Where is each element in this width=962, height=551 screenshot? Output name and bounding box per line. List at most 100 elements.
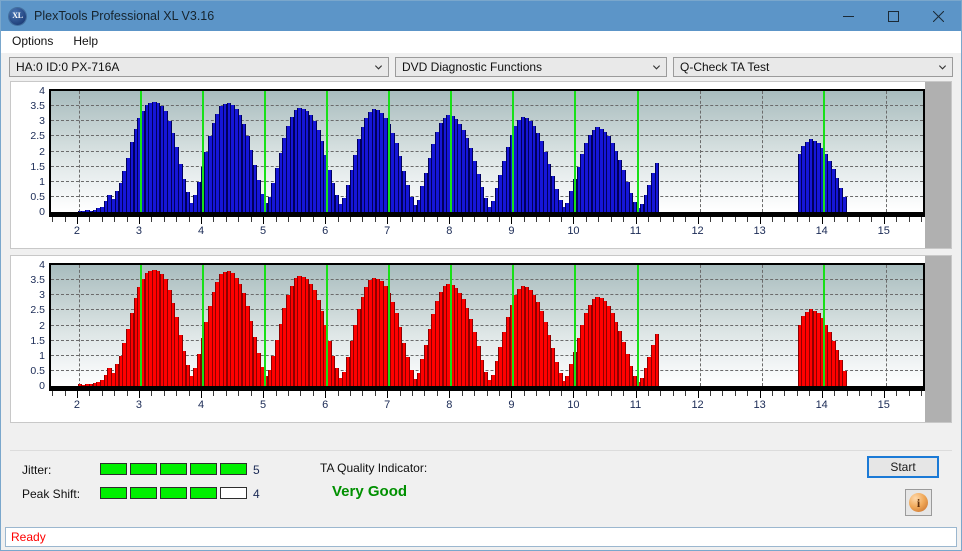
x-axis-tick	[77, 391, 78, 398]
x-axis-tick	[176, 391, 177, 396]
x-axis-tick	[760, 217, 761, 224]
x-axis-tick	[772, 217, 773, 222]
minimize-button[interactable]	[826, 1, 871, 31]
gridline-horizontal	[51, 105, 923, 106]
indicator-area: Jitter: 5 Peak Shift: 4 TA Quality Indic…	[10, 450, 952, 525]
gridline-vertical	[700, 91, 701, 212]
gridline-horizontal	[51, 151, 923, 152]
drive-select[interactable]: HA:0 ID:0 PX-716A	[9, 57, 389, 77]
gridline-horizontal	[51, 294, 923, 295]
gridline-horizontal	[51, 279, 923, 280]
peakshift-chart-panel: 00.511.522.533.54 23456789101112131415	[10, 255, 952, 423]
x-axis-tick	[251, 391, 252, 396]
test-select[interactable]: Q-Check TA Test	[673, 57, 953, 77]
x-axis-tick	[65, 391, 66, 396]
x-axis-tick	[673, 217, 674, 222]
menu-item-help[interactable]: Help	[64, 32, 107, 51]
y-axis-tick-label: 2	[39, 146, 45, 158]
x-axis-tick	[871, 217, 872, 222]
x-axis-tick	[102, 217, 103, 222]
peak-marker	[202, 91, 204, 212]
x-axis-tick	[387, 391, 388, 398]
y-axis-tick-label: 3	[39, 289, 45, 301]
x-axis-tick	[375, 391, 376, 396]
y-axis-tick-label: 0	[39, 206, 45, 218]
app-icon-label: XL	[12, 12, 23, 20]
status-bar: Ready	[5, 527, 957, 547]
x-axis-tick	[710, 391, 711, 396]
x-axis-tick	[834, 217, 835, 222]
x-axis-tick	[909, 217, 910, 222]
gridline-horizontal	[51, 264, 923, 265]
x-axis-tick	[685, 217, 686, 222]
x-axis-tick	[636, 217, 637, 224]
gridline-horizontal	[51, 120, 923, 121]
x-axis-tick	[300, 217, 301, 222]
x-axis-tick-label: 3	[136, 225, 142, 237]
x-axis-tick	[338, 217, 339, 222]
x-axis-tick	[65, 217, 66, 222]
x-axis-tick-label: 14	[816, 225, 828, 237]
x-axis-tick	[499, 391, 500, 396]
ta-quality-value: Very Good	[332, 483, 407, 500]
x-axis-tick-label: 12	[691, 399, 703, 411]
x-axis-tick	[797, 391, 798, 396]
peak-shift-label: Peak Shift:	[22, 487, 80, 501]
x-axis-tick	[511, 391, 512, 398]
gridline-horizontal	[51, 309, 923, 310]
x-axis-tick	[462, 217, 463, 222]
x-axis-tick	[313, 391, 314, 396]
x-axis-tick	[288, 217, 289, 222]
jitter-chart-right-fill	[925, 82, 951, 248]
menu-item-options[interactable]: Options	[3, 32, 62, 51]
drive-select-value: HA:0 ID:0 PX-716A	[16, 60, 119, 74]
close-button[interactable]	[916, 1, 961, 31]
x-axis-tick	[375, 217, 376, 222]
gridline-vertical	[79, 91, 80, 212]
y-axis-tick-label: 3	[39, 115, 45, 127]
x-axis-tick	[586, 217, 587, 222]
function-select-value: DVD Diagnostic Functions	[402, 60, 542, 74]
x-axis-tick	[735, 391, 736, 396]
start-button[interactable]: Start	[867, 456, 939, 478]
x-axis-tick-label: 15	[878, 399, 890, 411]
x-axis-tick	[487, 217, 488, 222]
y-axis-tick-label: 2	[39, 320, 45, 332]
jitter-label: Jitter:	[22, 463, 51, 477]
x-axis-tick-label: 5	[260, 225, 266, 237]
gridline-vertical	[762, 91, 763, 212]
x-axis-tick	[499, 217, 500, 222]
x-axis-tick	[722, 391, 723, 396]
peakshift-chart-xticks	[49, 391, 925, 397]
x-axis-tick-label: 13	[754, 399, 766, 411]
x-axis-tick	[201, 391, 202, 398]
x-axis-tick-label: 9	[508, 225, 514, 237]
x-axis-tick	[561, 217, 562, 222]
x-axis-tick	[524, 217, 525, 222]
x-axis-tick	[238, 217, 239, 222]
x-axis-tick	[797, 217, 798, 222]
x-axis-tick	[263, 391, 264, 398]
x-axis-tick-label: 9	[508, 399, 514, 411]
charts-container: 00.511.522.533.54 23456789101112131415 0…	[1, 81, 961, 450]
function-select[interactable]: DVD Diagnostic Functions	[395, 57, 667, 77]
x-axis-tick	[127, 217, 128, 222]
maximize-button[interactable]	[871, 1, 916, 31]
x-axis-tick	[350, 391, 351, 396]
info-icon: i	[909, 493, 928, 512]
gridline-vertical	[79, 265, 80, 386]
info-icon-label: i	[917, 497, 920, 509]
info-button[interactable]: i	[905, 489, 932, 516]
x-axis-tick	[611, 217, 612, 222]
peak-marker	[637, 91, 639, 212]
peak-marker	[574, 265, 576, 386]
x-axis-tick	[921, 391, 922, 396]
x-axis-tick	[735, 217, 736, 222]
x-axis-tick-label: 14	[816, 399, 828, 411]
peak-marker	[823, 91, 825, 212]
x-axis-tick-label: 10	[567, 399, 579, 411]
x-axis-tick	[784, 391, 785, 396]
peak-marker	[512, 265, 514, 386]
app-icon: XL	[9, 8, 26, 25]
x-axis-tick-label: 15	[878, 225, 890, 237]
